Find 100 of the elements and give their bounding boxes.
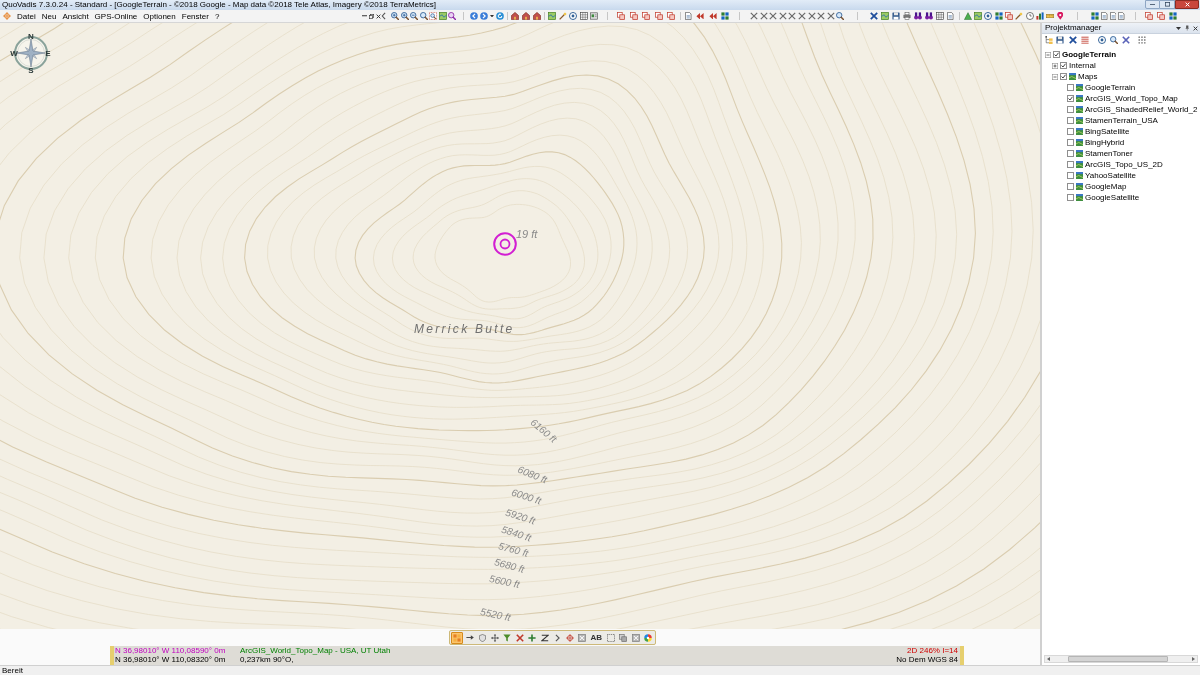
cross-icon[interactable] bbox=[759, 12, 768, 20]
checkbox[interactable] bbox=[1067, 150, 1074, 157]
bar-chart-icon[interactable] bbox=[1035, 12, 1044, 20]
tree-item[interactable]: ArcGIS_World_Topo_Map bbox=[1085, 94, 1178, 103]
tool-button[interactable] bbox=[642, 631, 655, 644]
grid-icon[interactable] bbox=[579, 12, 588, 20]
checkbox[interactable] bbox=[1060, 62, 1067, 69]
menu-item[interactable]: ? bbox=[214, 11, 220, 21]
squares-icon[interactable] bbox=[642, 12, 650, 20]
cross-icon[interactable] bbox=[788, 12, 797, 20]
wand-icon[interactable] bbox=[558, 12, 567, 20]
wand-icon[interactable] bbox=[1015, 12, 1024, 20]
plus-box-icon[interactable] bbox=[1052, 62, 1058, 69]
tree-item[interactable]: GoogleTerrain bbox=[1062, 50, 1117, 59]
checkbox[interactable] bbox=[1053, 51, 1060, 58]
tree-item[interactable]: BingHybrid bbox=[1085, 138, 1125, 147]
arrow-right-icon[interactable] bbox=[480, 12, 488, 20]
target-icon[interactable] bbox=[569, 12, 577, 20]
close-icon[interactable] bbox=[376, 13, 381, 19]
tiles-icon[interactable] bbox=[994, 12, 1003, 20]
squares-icon[interactable] bbox=[1144, 12, 1153, 20]
tree-item[interactable]: YahooSatellite bbox=[1085, 171, 1136, 180]
rewind-icon[interactable] bbox=[696, 12, 704, 20]
zoom-in-icon[interactable] bbox=[391, 12, 399, 20]
checkbox[interactable] bbox=[1067, 128, 1074, 135]
house-icon[interactable] bbox=[522, 12, 530, 20]
cross-icon[interactable] bbox=[807, 12, 816, 20]
arrow-left-icon[interactable] bbox=[470, 12, 478, 20]
map-icon[interactable] bbox=[974, 12, 983, 20]
mountain-icon[interactable] bbox=[963, 12, 972, 20]
squares-icon[interactable] bbox=[629, 12, 638, 20]
menu-item[interactable]: Ansicht bbox=[62, 11, 89, 21]
tree-icon[interactable] bbox=[1045, 36, 1053, 44]
document-icon[interactable] bbox=[1101, 12, 1108, 20]
pushpin-icon[interactable] bbox=[1184, 25, 1189, 31]
document-icon[interactable] bbox=[1118, 12, 1125, 20]
menu-item[interactable]: Optionen bbox=[143, 11, 176, 21]
tree-item[interactable]: GoogleMap bbox=[1085, 182, 1127, 191]
binoculars-icon[interactable] bbox=[925, 12, 934, 20]
clock-icon[interactable] bbox=[1025, 12, 1034, 20]
close-icon[interactable] bbox=[1193, 25, 1198, 31]
horizontal-scrollbar[interactable] bbox=[1044, 655, 1198, 663]
checkbox[interactable] bbox=[1060, 73, 1067, 80]
document-icon[interactable] bbox=[685, 12, 692, 20]
ruler-icon[interactable] bbox=[1046, 14, 1055, 18]
cross-icon[interactable] bbox=[826, 12, 835, 20]
squares-icon[interactable] bbox=[1156, 12, 1165, 20]
tree-item[interactable]: StamenTerrain_USA bbox=[1085, 116, 1158, 125]
caret-icon[interactable] bbox=[1175, 26, 1181, 30]
checkbox[interactable] bbox=[1067, 161, 1074, 168]
magnifier-icon[interactable] bbox=[836, 12, 845, 20]
restore-icon[interactable] bbox=[369, 13, 374, 19]
maximize-button[interactable] bbox=[1160, 0, 1175, 9]
tree-item[interactable]: StamenToner bbox=[1085, 149, 1133, 158]
printer-icon[interactable] bbox=[903, 12, 912, 20]
squares-icon[interactable] bbox=[654, 12, 663, 20]
cross-icon[interactable] bbox=[778, 12, 787, 20]
checkbox[interactable] bbox=[1067, 183, 1074, 190]
cross-icon[interactable] bbox=[817, 12, 826, 20]
cross-icon[interactable] bbox=[797, 12, 806, 20]
checkbox[interactable] bbox=[1067, 117, 1074, 124]
checkbox[interactable] bbox=[1067, 172, 1074, 179]
document-icon[interactable] bbox=[1109, 12, 1116, 20]
tree-item[interactable]: ArcGIS_Topo_US_2D bbox=[1085, 160, 1163, 169]
checkbox[interactable] bbox=[1067, 84, 1074, 91]
checkbox[interactable] bbox=[1067, 95, 1074, 102]
tiles-icon[interactable] bbox=[1091, 12, 1099, 20]
triangle-right-icon[interactable] bbox=[1192, 657, 1195, 661]
magnifier-icon[interactable] bbox=[448, 12, 456, 20]
grid-icon[interactable] bbox=[936, 12, 945, 20]
tree-item[interactable]: ArcGIS_ShadedRelief_World_2 bbox=[1085, 105, 1198, 114]
dots-grid-icon[interactable] bbox=[1138, 36, 1146, 44]
squares-icon[interactable] bbox=[617, 12, 625, 20]
binoculars-icon[interactable] bbox=[914, 12, 923, 20]
document-icon[interactable] bbox=[947, 12, 954, 20]
squares-icon[interactable] bbox=[667, 12, 675, 20]
squares-icon[interactable] bbox=[1005, 12, 1014, 20]
minimize-button[interactable] bbox=[1145, 0, 1160, 9]
tool-button[interactable] bbox=[513, 631, 526, 644]
triangle-left-icon[interactable] bbox=[1047, 657, 1050, 661]
house-icon[interactable] bbox=[511, 12, 519, 20]
tree-item[interactable]: GoogleSatellite bbox=[1085, 193, 1140, 202]
checkbox[interactable] bbox=[1067, 139, 1074, 146]
map-pin-icon[interactable] bbox=[1056, 12, 1063, 20]
menu-item[interactable]: Datei bbox=[17, 11, 36, 21]
rewind-icon[interactable] bbox=[708, 12, 717, 20]
house-icon[interactable] bbox=[533, 12, 541, 20]
tree-item[interactable]: BingSatellite bbox=[1085, 127, 1130, 136]
target-icon[interactable] bbox=[1098, 36, 1106, 44]
close-button[interactable] bbox=[1175, 0, 1199, 9]
cross-icon[interactable] bbox=[769, 12, 778, 20]
tiles-icon[interactable] bbox=[1168, 12, 1177, 20]
target-icon[interactable] bbox=[493, 232, 517, 256]
zoom-out-icon[interactable] bbox=[410, 12, 418, 20]
map-icon[interactable] bbox=[438, 12, 447, 20]
menu-item[interactable]: Neu bbox=[41, 11, 57, 21]
scrollbar-thumb[interactable] bbox=[1068, 656, 1168, 662]
card-icon[interactable] bbox=[590, 12, 598, 20]
caret-icon[interactable] bbox=[490, 14, 494, 18]
tool-button[interactable]: AB bbox=[588, 631, 605, 644]
